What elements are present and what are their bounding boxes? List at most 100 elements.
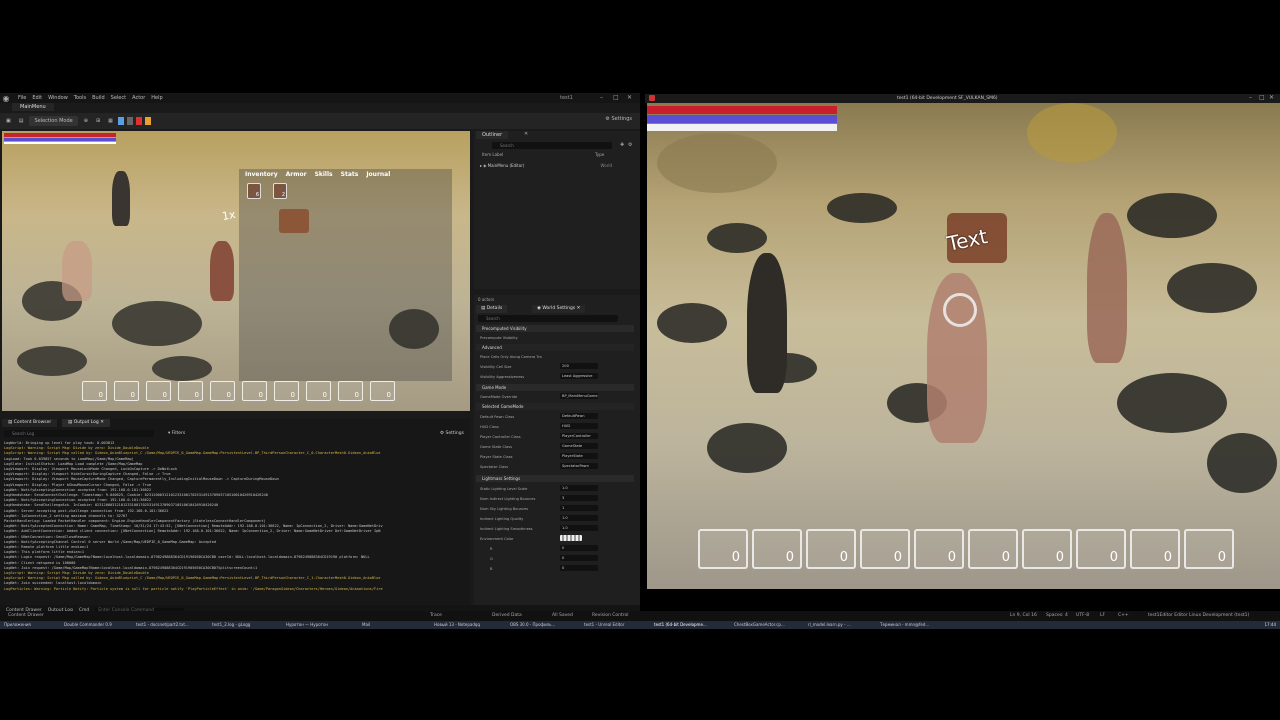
- taskbar-item[interactable]: rl_model.learn.py - ...: [808, 622, 851, 627]
- hotbar-slot[interactable]: 0: [242, 381, 267, 401]
- taskbar-item[interactable]: ChestBoxGameActor.cp...: [734, 622, 785, 627]
- tab-details[interactable]: ▤ Details: [476, 305, 508, 313]
- tab-mainmenu[interactable]: MainMenu: [12, 103, 54, 111]
- outliner-col-type[interactable]: Type: [595, 152, 604, 157]
- filters-button[interactable]: ▾ Filters: [168, 431, 185, 436]
- hotbar-slot[interactable]: 0: [860, 529, 910, 569]
- minimize-icon[interactable]: –: [1249, 94, 1252, 101]
- add-icon[interactable]: ✚: [620, 142, 624, 148]
- level-viewport[interactable]: 1x Inventory Armor Skills Stats Journal …: [2, 131, 470, 411]
- tab-output-log[interactable]: ▤ Output Log ✕: [62, 419, 110, 427]
- derived-data-button[interactable]: Derived Data: [492, 613, 522, 618]
- taskbar-clock[interactable]: 17:44: [1264, 622, 1276, 627]
- prop-row[interactable]: Static Lighting Level Scale 1.0: [480, 485, 632, 494]
- prop-row[interactable]: Default Pawn Class DefaultPawn: [480, 413, 632, 422]
- menu-help[interactable]: Help: [151, 95, 162, 101]
- tab-inventory[interactable]: Inventory: [245, 171, 278, 178]
- hotbar-slot[interactable]: 0: [752, 529, 802, 569]
- menu-file[interactable]: File: [18, 95, 26, 101]
- section-selected-gamemode[interactable]: Selected GameMode: [476, 403, 634, 410]
- maximize-icon[interactable]: □: [1259, 94, 1265, 101]
- hotbar-slot[interactable]: 0: [210, 381, 235, 401]
- menu-build[interactable]: Build: [92, 95, 105, 101]
- prop-row[interactable]: Environment Color: [480, 535, 632, 544]
- taskbar-item[interactable]: Mail: [362, 622, 370, 627]
- menu-window[interactable]: Window: [48, 95, 68, 101]
- close-icon[interactable]: ✕: [524, 131, 528, 137]
- language-mode[interactable]: C++: [1118, 613, 1129, 618]
- prop-value[interactable]: 1.0: [560, 525, 598, 531]
- taskbar-item[interactable]: Новый 13 - Notepadqq: [434, 622, 480, 627]
- close-icon[interactable]: ✕: [1269, 94, 1274, 101]
- save-icon[interactable]: ▣: [4, 116, 13, 126]
- section-lightmass[interactable]: Lightmass Settings: [476, 475, 634, 482]
- prop-row[interactable]: Spectator Class SpectatorPawn: [480, 463, 632, 472]
- trace-button[interactable]: Trace: [430, 613, 442, 618]
- prop-value[interactable]: 200: [560, 363, 598, 369]
- taskbar-item[interactable]: Double Commander 0.9: [64, 622, 112, 627]
- hotbar-slot[interactable]: 0: [1184, 529, 1234, 569]
- log-settings-button[interactable]: ⚙ Settings: [440, 431, 464, 436]
- tab-skills[interactable]: Skills: [315, 171, 333, 178]
- hotbar-slot[interactable]: 0: [1130, 529, 1180, 569]
- selection-mode-button[interactable]: Selection Mode: [29, 116, 78, 126]
- encoding[interactable]: UTF-8: [1076, 613, 1089, 618]
- gear-icon[interactable]: ⚙: [628, 142, 632, 148]
- menu-select[interactable]: Select: [111, 95, 126, 101]
- eol[interactable]: LF: [1100, 613, 1105, 618]
- prop-value[interactable]: 1.0: [560, 515, 598, 521]
- taskbar-item[interactable]: Нуротон — Нуротон: [286, 622, 328, 627]
- prop-row[interactable]: Game State Class GameState: [480, 443, 632, 452]
- prop-row[interactable]: Visibility Aggressiveness Least Aggressiv…: [480, 373, 632, 382]
- prop-row[interactable]: Precompute Visibility: [480, 334, 632, 343]
- inventory-slot[interactable]: 6: [247, 183, 261, 199]
- step-icon[interactable]: [126, 117, 133, 125]
- prop-value[interactable]: SpectatorPawn: [560, 463, 598, 469]
- details-search-input[interactable]: Search: [478, 315, 618, 322]
- content-icon[interactable]: ▤: [17, 116, 26, 126]
- prop-value[interactable]: DefaultPawn: [560, 413, 598, 419]
- hotbar-slot[interactable]: 0: [1076, 529, 1126, 569]
- prop-row[interactable]: G0: [480, 555, 632, 564]
- hotbar-slot[interactable]: 0: [968, 529, 1018, 569]
- prop-row[interactable]: R0: [480, 545, 632, 554]
- menu-edit[interactable]: Edit: [32, 95, 42, 101]
- build-config[interactable]: test1Editor Editor Linux Development (te…: [1148, 613, 1249, 618]
- taskbar-item[interactable]: test1_2.log - gLogg: [212, 622, 250, 627]
- taskbar-apps-menu[interactable]: Приложения: [4, 622, 31, 627]
- taskbar-item[interactable]: Терминал - mmn@fed...: [880, 622, 929, 627]
- eject-icon[interactable]: [144, 117, 151, 125]
- stop-icon[interactable]: [135, 117, 142, 125]
- outliner-tree-row[interactable]: ▸ ◈ MainMenu (Editor) World: [480, 163, 638, 168]
- prop-row[interactable]: Num Indirect Lighting Bounces 3: [480, 495, 632, 504]
- maximize-icon[interactable]: □: [613, 94, 619, 101]
- prop-value[interactable]: BP_MainMenuGame: [560, 393, 598, 399]
- inventory-slot[interactable]: 2: [273, 183, 287, 199]
- color-swatch[interactable]: [560, 535, 582, 541]
- hotbar-slot[interactable]: 0: [338, 381, 363, 401]
- log-search-input[interactable]: Search Log: [4, 430, 154, 437]
- prop-value[interactable]: PlayerState: [560, 453, 598, 459]
- menu-tools[interactable]: Tools: [74, 95, 86, 101]
- prop-value[interactable]: 0: [560, 565, 598, 571]
- prop-value[interactable]: 0: [560, 545, 598, 551]
- tab-journal[interactable]: Journal: [366, 171, 390, 178]
- hotbar-slot[interactable]: 0: [114, 381, 139, 401]
- all-saved-button[interactable]: All Saved: [552, 613, 573, 618]
- prop-row[interactable]: GameMode Override BP_MainMenuGame: [480, 393, 632, 402]
- hotbar-slot[interactable]: 0: [146, 381, 171, 401]
- cursor-position[interactable]: Ln 9, Col 16: [1010, 613, 1037, 618]
- taskbar-item-active[interactable]: test1 (64-bit Developme...: [654, 622, 707, 627]
- prop-row[interactable]: Indirect Lighting Quality 1.0: [480, 515, 632, 524]
- prop-row[interactable]: HUD Class HUD: [480, 423, 632, 432]
- log-output[interactable]: LogWorld: Bringing up level for play too…: [4, 441, 464, 597]
- prop-value[interactable]: HUD: [560, 423, 598, 429]
- prop-value[interactable]: 3: [560, 495, 598, 501]
- prop-row[interactable]: Indirect Lighting Smoothness 1.0: [480, 525, 632, 534]
- tab-stats[interactable]: Stats: [341, 171, 359, 178]
- hotbar-slot[interactable]: 0: [178, 381, 203, 401]
- hotbar-slot[interactable]: 0: [806, 529, 856, 569]
- hotbar-slot[interactable]: 0: [274, 381, 299, 401]
- prop-row[interactable]: Visibility Cell Size 200: [480, 363, 632, 372]
- close-icon[interactable]: ✕: [627, 94, 632, 101]
